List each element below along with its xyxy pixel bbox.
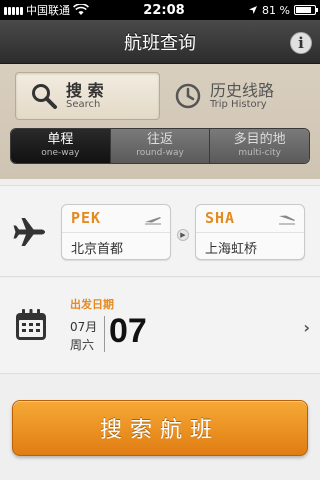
date-day: 07 — [109, 312, 147, 350]
takeoff-icon — [145, 217, 161, 225]
segment-round-way-label: 往返 — [147, 132, 174, 148]
signal-icon — [4, 5, 23, 15]
segment-multi-city[interactable]: 多目的地 multi-city — [210, 129, 309, 163]
departure-date-row[interactable]: 出发日期 07月 周六 07 › — [0, 278, 320, 374]
departure-divider — [62, 232, 170, 233]
tab-search-sublabel: Search — [66, 99, 101, 111]
search-flights-button[interactable]: 搜索航班 — [12, 400, 308, 456]
segment-one-way-sublabel: one-way — [41, 148, 80, 159]
departure-name: 北京首都 — [71, 242, 124, 257]
arrival-airport[interactable]: SHA 上海虹桥 — [195, 204, 305, 260]
departure-airport[interactable]: PEK 北京首都 — [61, 204, 171, 260]
segment-one-way[interactable]: 单程 one-way — [11, 129, 111, 163]
carrier-name: 中国联通 — [26, 4, 70, 17]
battery-percent: 81 % — [262, 3, 290, 17]
route-arrow-icon: ▶ — [177, 229, 189, 241]
status-time: 22:08 — [143, 2, 185, 18]
battery-icon — [294, 5, 318, 15]
date-weekday: 周六 — [70, 338, 95, 352]
segment-round-way[interactable]: 往返 round-way — [110, 129, 211, 163]
tab-search-texts: 搜 索 Search — [66, 82, 104, 111]
trip-type-selector: 单程 one-way 往返 round-way 多目的地 multi-city — [10, 128, 310, 164]
location-arrow-icon — [249, 6, 258, 14]
mode-panel: 搜 索 Search 历史线路 Trip History 单程 one-way … — [0, 64, 320, 179]
battery-fill — [296, 7, 311, 13]
chevron-right-icon: › — [303, 318, 310, 337]
wifi-icon — [73, 4, 89, 15]
segment-multi-city-label: 多目的地 — [233, 132, 286, 148]
search-flights-label: 搜索航班 — [99, 418, 220, 443]
info-button[interactable]: i — [290, 32, 312, 54]
clock-icon — [175, 83, 201, 109]
departure-code: PEK — [71, 209, 102, 227]
tab-trip-history[interactable]: 历史线路 Trip History — [160, 72, 305, 120]
mode-tabs: 搜 索 Search 历史线路 Trip History — [15, 72, 305, 124]
arrival-divider — [196, 232, 304, 233]
tab-search-label: 搜 索 — [66, 80, 104, 100]
segment-round-way-sublabel: round-way — [136, 148, 184, 159]
status-bar: 中国联通 22:08 81 % — [0, 0, 320, 20]
calendar-icon — [16, 309, 46, 340]
route-section: PEK 北京首都 ▶ SHA 上海虹桥 — [0, 185, 320, 277]
nav-bar: 航班查询 i — [0, 20, 320, 64]
tab-history-label: 历史线路 — [210, 80, 275, 100]
arrival-name: 上海虹桥 — [205, 242, 258, 257]
airplane-icon — [13, 218, 45, 246]
segment-multi-city-sublabel: multi-city — [238, 148, 281, 159]
segment-one-way-label: 单程 — [47, 132, 74, 148]
tab-history-texts: 历史线路 Trip History — [210, 82, 274, 111]
landing-icon — [279, 215, 295, 225]
tab-search[interactable]: 搜 索 Search — [15, 72, 160, 120]
arrival-code: SHA — [205, 209, 236, 227]
date-month: 07月 — [70, 320, 98, 334]
status-right: 81 % — [204, 3, 318, 17]
tab-history-sublabel: Trip History — [210, 99, 267, 111]
date-label: 出发日期 — [70, 298, 114, 311]
page-title: 航班查询 — [124, 32, 196, 54]
status-left: 中国联通 — [4, 2, 124, 18]
date-divider — [104, 316, 105, 352]
search-icon — [32, 84, 57, 109]
